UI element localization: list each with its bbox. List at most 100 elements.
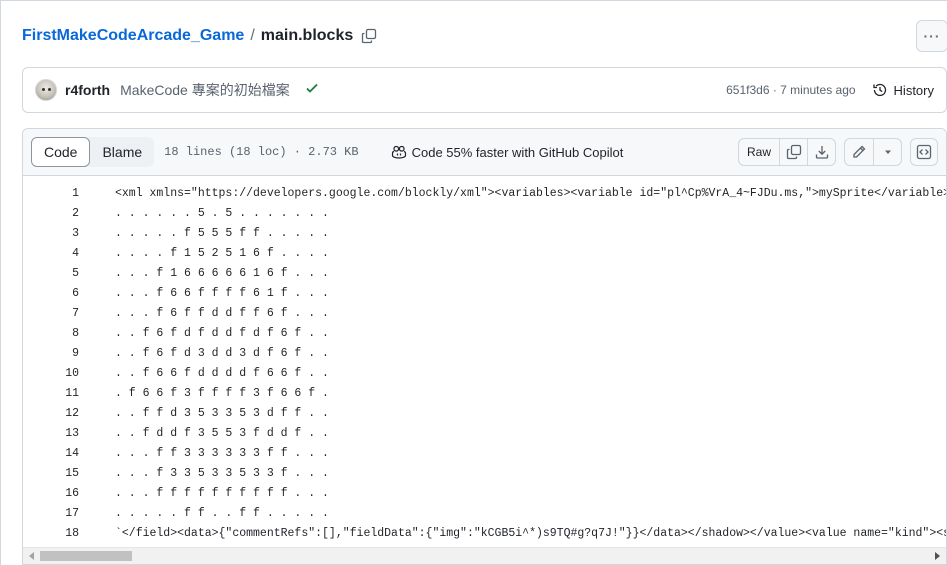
code-line: 18 `</field><data>{"commentRefs":[],"fiel… [23, 523, 946, 543]
line-content: . . . . . f f . . f f . . . . . [115, 506, 329, 520]
history-icon [872, 83, 886, 97]
line-number[interactable]: 11 [23, 387, 79, 400]
line-content: . . . . f 1 5 2 5 1 6 f . . . . [115, 246, 329, 260]
line-number[interactable]: 6 [23, 287, 79, 300]
symbols-panel-button[interactable] [910, 138, 938, 166]
line-number[interactable]: 7 [23, 307, 79, 320]
code-line: 7 . . . f 6 f f d d f f 6 f . . . [23, 303, 946, 323]
line-number[interactable]: 13 [23, 427, 79, 440]
code-line: 11 . f 6 6 f 3 f f f f 3 f 6 6 f . [23, 383, 946, 403]
edit-button[interactable] [845, 139, 873, 165]
line-content: . . . f f f f f f f f f f . . . [115, 486, 329, 500]
history-button[interactable]: History [872, 82, 934, 98]
line-number[interactable]: 5 [23, 267, 79, 280]
line-content: . . . f 6 6 f f f f 6 1 f . . . [115, 286, 329, 300]
line-number[interactable]: 15 [23, 467, 79, 480]
breadcrumb-file-name: main.blocks [260, 27, 354, 44]
file-info: 18 lines (18 loc) · 2.73 KB [164, 145, 359, 159]
line-content: . . f d d f 3 5 5 3 f d d f . . [115, 426, 329, 440]
copy-path-button[interactable] [359, 26, 379, 46]
raw-copy-download-group: Raw [737, 138, 836, 166]
file-header: Code Blame 18 lines (18 loc) · 2.73 KB C… [23, 129, 946, 176]
code-line: 15 . . . f 3 3 5 3 3 5 3 3 f . . . [23, 463, 946, 483]
code-line: 10 . . f 6 6 f d d d d f 6 6 f . . [23, 363, 946, 383]
code-line: 9 . . f 6 f d 3 d d 3 d f 6 f . . [23, 343, 946, 363]
line-number[interactable]: 1 [23, 187, 79, 200]
line-number[interactable]: 2 [23, 207, 79, 220]
commit-author[interactable]: r4forth [65, 82, 110, 98]
line-number[interactable]: 17 [23, 507, 79, 520]
code-line: 1 <xml xmlns="https://developers.google.c… [23, 183, 946, 203]
more-options-button[interactable]: ··· [916, 20, 947, 52]
view-toggle: Code Blame [31, 137, 155, 167]
download-button[interactable] [807, 139, 835, 165]
code-line: 5 . . . f 1 6 6 6 6 6 1 6 f . . . [23, 263, 946, 283]
line-content: `</field><data>{"commentRefs":[],"fieldD… [115, 526, 946, 540]
file-viewer: Code Blame 18 lines (18 loc) · 2.73 KB C… [22, 128, 947, 565]
copilot-icon [391, 145, 406, 159]
scrollbar-thumb[interactable] [40, 551, 132, 561]
line-content: . . . . . . 5 . 5 . . . . . . . [115, 206, 329, 220]
line-content: <xml xmlns="https://developers.google.co… [115, 186, 946, 200]
code-line: 3 . . . . . f 5 5 5 f f . . . . . [23, 223, 946, 243]
edit-group [844, 138, 902, 166]
line-content: . f 6 6 f 3 f f f f 3 f 6 6 f . [115, 386, 329, 400]
line-number[interactable]: 3 [23, 227, 79, 240]
code-line: 14 . . . f f 3 3 3 3 3 3 f f . . . [23, 443, 946, 463]
code-square-icon [916, 144, 932, 160]
commit-meta: 651f3d6 · 7 minutes ago History [726, 82, 934, 98]
tab-code[interactable]: Code [31, 137, 91, 167]
copilot-promo-link[interactable]: Code 55% faster with GitHub Copilot [391, 144, 624, 160]
line-content: . . . f 3 3 5 3 3 5 3 3 f . . . [115, 466, 329, 480]
left-border [0, 0, 1, 565]
copy-icon [362, 28, 377, 44]
code-line: 12 . . f f d 3 5 3 3 5 3 d f f . . [23, 403, 946, 423]
commit-sha-time[interactable]: 651f3d6 · 7 minutes ago [726, 83, 855, 97]
line-content: . . f 6 6 f d d d d f 6 6 f . . [115, 366, 329, 380]
code-line: 6 . . . f 6 6 f f f f 6 1 f . . . [23, 283, 946, 303]
file-actions: Raw [737, 138, 938, 166]
pencil-icon [853, 145, 866, 158]
code-line: 4 . . . . f 1 5 2 5 1 6 f . . . . [23, 243, 946, 263]
code-line: 2 . . . . . . 5 . 5 . . . . . . . [23, 203, 946, 223]
line-content: . . . f 1 6 6 6 6 6 1 6 f . . . [115, 266, 329, 280]
code-line: 17 . . . . . f f . . f f . . . . . [23, 503, 946, 523]
latest-commit-bar: r4forth MakeCode 專案的初始檔案 651f3d6 · 7 min… [22, 67, 947, 113]
line-number[interactable]: 18 [23, 527, 79, 540]
copilot-promo-label: Code 55% faster with GitHub Copilot [411, 144, 624, 160]
code-line: 13 . . f d d f 3 5 5 3 f d d f . . [23, 423, 946, 443]
check-icon[interactable] [304, 80, 320, 101]
breadcrumb-repo-link[interactable]: FirstMakeCodeArcade_Game [22, 27, 244, 45]
download-icon [815, 146, 828, 159]
line-content: . . . f f 3 3 3 3 3 3 f f . . . [115, 446, 329, 460]
breadcrumb-separator: / [250, 27, 255, 44]
scroll-left-arrow-icon[interactable] [29, 552, 34, 560]
copy-icon [786, 144, 801, 160]
history-label: History [893, 82, 934, 98]
raw-button[interactable]: Raw [739, 139, 779, 165]
line-number[interactable]: 14 [23, 447, 79, 460]
line-content: . . f 6 f d 3 d d 3 d f 6 f . . [115, 346, 329, 360]
line-number[interactable]: 9 [23, 347, 79, 360]
line-content: . . f f d 3 5 3 3 5 3 d f f . . [115, 406, 329, 420]
more-options-label: ··· [923, 28, 941, 44]
edit-dropdown-button[interactable] [873, 139, 901, 165]
line-number[interactable]: 10 [23, 367, 79, 380]
avatar[interactable] [35, 79, 57, 101]
top-border [0, 0, 947, 1]
breadcrumb: FirstMakeCodeArcade_Game / main.blocks [22, 26, 379, 46]
copy-raw-button[interactable] [779, 139, 807, 165]
triangle-down-icon [884, 150, 891, 154]
line-number[interactable]: 12 [23, 407, 79, 420]
line-number[interactable]: 16 [23, 487, 79, 500]
line-content: . . . . . f 5 5 5 f f . . . . . [115, 226, 329, 240]
line-number[interactable]: 8 [23, 327, 79, 340]
horizontal-scrollbar[interactable] [23, 547, 946, 564]
line-number[interactable]: 4 [23, 247, 79, 260]
line-content: . . . f 6 f f d d f f 6 f . . . [115, 306, 329, 320]
line-content: . . f 6 f d f d d f d f 6 f . . [115, 326, 329, 340]
code-line: 8 . . f 6 f d f d d f d f 6 f . . [23, 323, 946, 343]
commit-message[interactable]: MakeCode 專案的初始檔案 [120, 80, 290, 100]
tab-blame[interactable]: Blame [90, 137, 154, 167]
scroll-right-arrow-icon[interactable] [935, 552, 940, 560]
